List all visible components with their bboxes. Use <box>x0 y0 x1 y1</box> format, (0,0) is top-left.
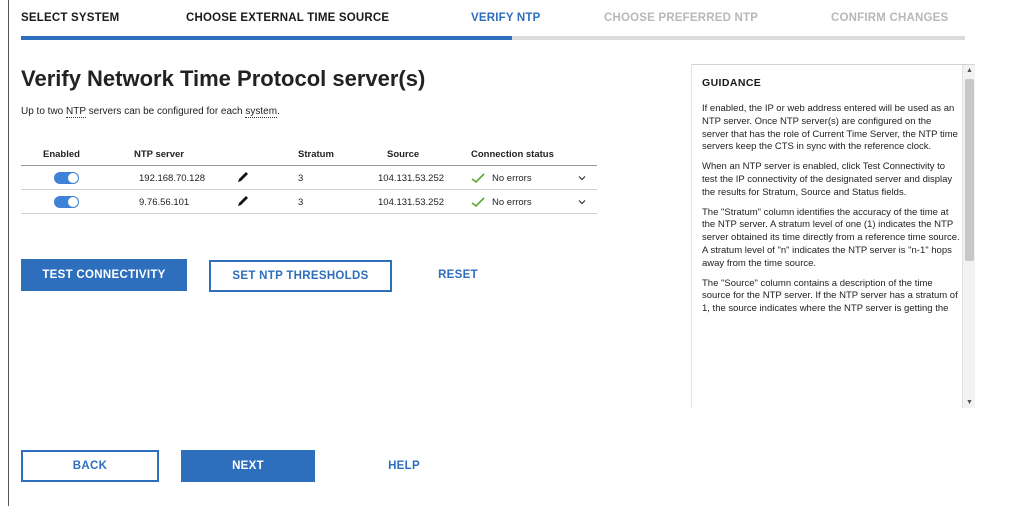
wizard-window: SELECT SYSTEM CHOOSE EXTERNAL TIME SOURC… <box>8 0 1010 506</box>
guidance-paragraph: The "Source" column contains a descripti… <box>702 277 958 315</box>
step-verify-ntp[interactable]: VERIFY NTP <box>471 12 541 24</box>
pencil-icon[interactable] <box>236 170 250 184</box>
guidance-body: If enabled, the IP or web address entere… <box>702 103 960 323</box>
chevron-down-icon[interactable] <box>577 197 587 207</box>
scroll-up-icon[interactable]: ▲ <box>963 65 975 77</box>
stratum-value: 3 <box>298 173 304 184</box>
scroll-thumb[interactable] <box>965 79 974 261</box>
enabled-toggle[interactable] <box>54 172 79 184</box>
step-choose-preferred-ntp: CHOOSE PREFERRED NTP <box>604 12 759 24</box>
column-header-ntp-server: NTP server <box>134 149 184 160</box>
column-header-enabled: Enabled <box>43 149 80 160</box>
progress-fill <box>21 36 512 40</box>
source-value: 104.131.53.252 <box>378 197 445 208</box>
scroll-down-icon[interactable]: ▼ <box>963 397 975 408</box>
guidance-paragraph: When an NTP server is enabled, click Tes… <box>702 161 953 198</box>
guidance-title: GUIDANCE <box>702 77 762 89</box>
guidance-panel: GUIDANCE If enabled, the IP or web addre… <box>691 64 975 408</box>
pencil-icon[interactable] <box>236 194 250 208</box>
wizard-steps: SELECT SYSTEM CHOOSE EXTERNAL TIME SOURC… <box>21 12 977 42</box>
table-row: 9.76.56.101 3 104.131.53.252 No errors <box>21 190 597 214</box>
column-header-source: Source <box>387 149 420 160</box>
subtitle-text-middle: servers can be configured for each <box>85 106 246 117</box>
reset-button[interactable]: RESET <box>423 259 493 291</box>
back-button[interactable]: BACK <box>21 450 159 482</box>
system-term: system <box>245 106 278 118</box>
column-header-connection-status: Connection status <box>471 149 554 160</box>
subtitle-text-end: . <box>277 106 280 117</box>
enabled-toggle[interactable] <box>54 196 79 208</box>
stratum-value: 3 <box>298 197 304 208</box>
ntp-server-value: 192.168.70.128 <box>139 173 206 184</box>
page-title: Verify Network Time Protocol server(s) <box>21 66 426 91</box>
ntp-abbreviation: NTP <box>66 106 86 118</box>
guidance-paragraph: The "Stratum" column identifies the accu… <box>702 206 960 269</box>
column-header-stratum: Stratum <box>298 149 334 160</box>
next-button[interactable]: NEXT <box>181 450 315 482</box>
connection-status-value: No errors <box>492 173 532 184</box>
chevron-down-icon[interactable] <box>577 173 587 183</box>
check-icon <box>471 173 485 184</box>
check-icon <box>471 197 485 208</box>
ntp-server-table: Enabled NTP server Stratum Source Connec… <box>21 144 597 214</box>
table-row: 192.168.70.128 3 104.131.53.252 No error… <box>21 166 597 190</box>
step-choose-external-time-source[interactable]: CHOOSE EXTERNAL TIME SOURCE <box>186 12 389 24</box>
subtitle-text-start: Up to two <box>21 106 67 117</box>
guidance-paragraph: If enabled, the IP or web address entere… <box>702 103 958 153</box>
ntp-server-value: 9.76.56.101 <box>139 197 190 208</box>
step-confirm-changes: CONFIRM CHANGES <box>831 12 949 24</box>
test-connectivity-button[interactable]: TEST CONNECTIVITY <box>21 259 187 291</box>
table-header-row: Enabled NTP server Stratum Source Connec… <box>21 144 597 166</box>
set-ntp-thresholds-button[interactable]: SET NTP THRESHOLDS <box>209 260 392 292</box>
help-button[interactable]: HELP <box>369 450 439 482</box>
page-subtitle: Up to two NTP servers can be configured … <box>21 106 280 118</box>
connection-status-value: No errors <box>492 197 532 208</box>
step-select-system[interactable]: SELECT SYSTEM <box>21 12 119 24</box>
guidance-scrollbar[interactable]: ▲ ▼ <box>962 65 975 408</box>
source-value: 104.131.53.252 <box>378 173 445 184</box>
